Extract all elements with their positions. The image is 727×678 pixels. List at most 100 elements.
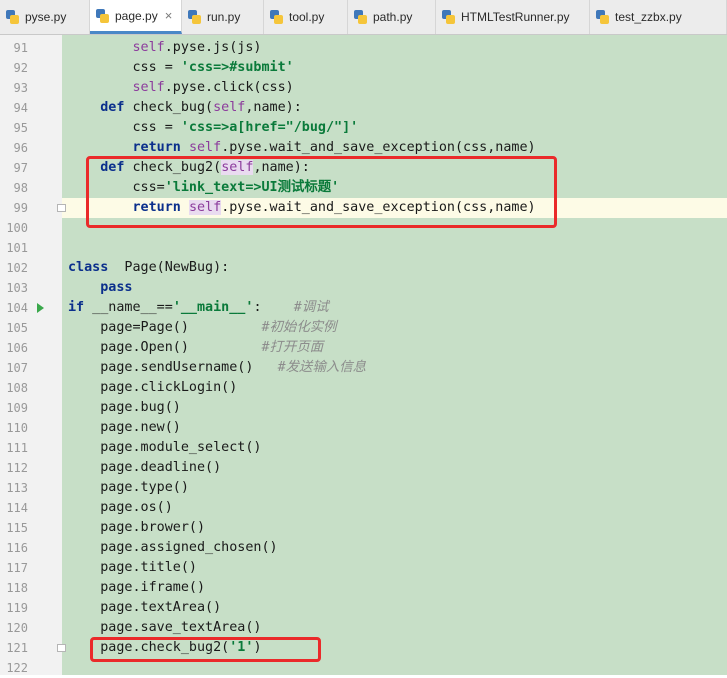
line-number: 101 [6,241,28,255]
code-line[interactable]: 111 page.module_select() [0,438,727,458]
line-number: 120 [6,621,28,635]
fold-marker-icon[interactable] [57,204,66,212]
code-line[interactable]: 93 self.pyse.click(css) [0,78,727,98]
code-text: def check_bug(self,name): [68,98,302,118]
close-tab-icon[interactable]: × [165,8,173,23]
code-token: .pyse.js(js) [164,40,262,55]
tab-tool-py[interactable]: tool.py [264,0,348,34]
line-number: 96 [13,141,28,155]
line-number: 115 [6,521,28,535]
line-number: 116 [6,541,28,555]
line-number: 109 [6,401,28,415]
python-file-icon [596,10,609,24]
line-number: 108 [6,381,28,395]
code-line[interactable]: 95 css = 'css=>a[href="/bug/"]' [0,118,727,138]
code-line[interactable]: 101 [0,238,727,258]
code-line[interactable]: 117 page.title() [0,558,727,578]
code-token: .pyse.wait_and_save_exception(css,name) [221,140,536,155]
code-line[interactable]: 92 css = 'css=>#submit' [0,58,727,78]
line-number: 117 [6,561,28,575]
code-token: page.Open() [68,340,262,355]
tab-path-py[interactable]: path.py [348,0,436,34]
code-text: page.os() [68,498,173,518]
line-number: 111 [6,441,28,455]
fold-marker-icon[interactable] [57,644,66,652]
code-line[interactable]: 116 page.assigned_chosen() [0,538,727,558]
tab-page-py[interactable]: page.py × [90,0,182,34]
code-token: def [100,100,125,115]
code-line[interactable]: 118 page.iframe() [0,578,727,598]
code-token: if [68,300,85,315]
code-text: page.title() [68,558,197,578]
code-line[interactable]: 91 self.pyse.js(js) [0,38,727,58]
code-line[interactable]: 120 page.save_textArea() [0,618,727,638]
line-number: 104 [6,301,28,315]
code-line[interactable]: 102 class Page(NewBug): [0,258,727,278]
code-line[interactable]: 115 page.brower() [0,518,727,538]
tab-label: path.py [373,10,413,24]
code-line[interactable]: 112 page.deadline() [0,458,727,478]
code-line[interactable]: 105 page=Page() #初始化实例 [0,318,727,338]
line-number: 100 [6,221,28,235]
code-text: page.textArea() [68,598,221,618]
line-number: 113 [6,481,28,495]
code-line[interactable]: 110 page.new() [0,418,727,438]
code-token: css = [68,60,181,75]
tab-test-zzbx-py[interactable]: test_zzbx.py [590,0,727,34]
code-text: page.iframe() [68,578,205,598]
code-line[interactable]: 119 page.textArea() [0,598,727,618]
code-line[interactable]: 104 if __name__=='__main__': #调试 [0,298,727,318]
tab-run-py[interactable]: run.py [182,0,264,34]
code-line[interactable]: 94 def check_bug(self,name): [0,98,727,118]
line-number: 112 [6,461,28,475]
line-number: 102 [6,261,28,275]
code-line[interactable]: 114 page.os() [0,498,727,518]
code-token: #打开页面 [261,340,324,355]
code-token: page.clickLogin() [68,380,238,395]
code-token: page.brower() [68,520,206,535]
tab-htmltestrunner-py[interactable]: HTMLTestRunner.py [436,0,590,34]
code-token: #发送输入信息 [277,360,367,375]
line-number: 105 [6,321,28,335]
code-line[interactable]: 108 page.clickLogin() [0,378,727,398]
tab-pyse-py[interactable]: pyse.py [0,0,90,34]
code-token: ,name): [245,100,302,115]
code-line[interactable]: 106 page.Open() #打开页面 [0,338,727,358]
code-text: page.assigned_chosen() [68,538,277,558]
code-text: page.Open() #打开页面 [68,338,323,358]
tab-label: pyse.py [25,10,67,24]
code-line[interactable]: 113 page.type() [0,478,727,498]
python-file-icon [6,10,19,24]
code-editor[interactable]: 91 self.pyse.js(js) 92 css = 'css=>#submi… [0,35,727,675]
code-token: page.new() [68,420,181,435]
code-token: '__main__' [172,300,254,315]
code-token: page.textArea() [68,600,222,615]
code-token: 'css=>a[href="/bug/"]' [180,120,359,135]
run-arrow-icon[interactable] [37,303,44,313]
code-line[interactable]: 103 pass [0,278,727,298]
tab-label: tool.py [289,10,325,24]
code-token: self [132,40,165,55]
code-line[interactable]: 109 page.bug() [0,398,727,418]
code-token: page=Page() [68,320,262,335]
code-token: pass [100,280,133,295]
code-text: self.pyse.js(js) [68,38,262,58]
line-number: 95 [13,121,28,135]
code-token: 'css=>#submit' [180,60,294,75]
code-line[interactable]: 96 return self.pyse.wait_and_save_except… [0,138,727,158]
code-text: self.pyse.click(css) [68,78,294,98]
code-token: self [188,140,222,155]
code-line[interactable]: 107 page.sendUsername() #发送输入信息 [0,358,727,378]
code-token: page.title() [68,560,197,575]
python-file-icon [270,10,283,24]
code-text: page.save_textArea() [68,618,261,638]
code-text: page=Page() #初始化实例 [68,318,336,338]
line-number: 106 [6,341,28,355]
code-text: page.brower() [68,518,205,538]
line-number: 110 [6,421,28,435]
code-token: page.module_select() [68,440,262,455]
